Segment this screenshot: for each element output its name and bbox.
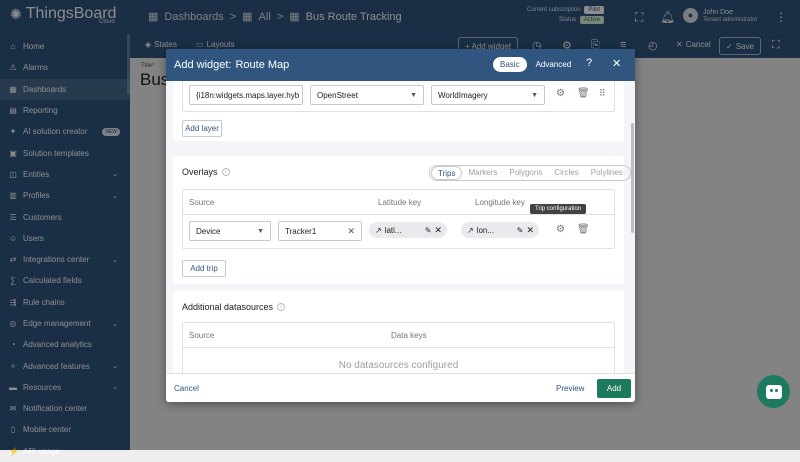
add-widget-dialog: Add widget: Route Map Basic Advanced ? ✕…: [166, 49, 635, 402]
tab-trips[interactable]: Trips: [431, 166, 463, 180]
tab-polylines[interactable]: Polylines: [585, 166, 629, 180]
col-source: Source: [189, 331, 215, 340]
latitude-key-chip[interactable]: ↗ lati... ✎ ✕: [369, 222, 447, 238]
additional-label: Additional datasources: [182, 302, 274, 312]
settings-icon[interactable]: ⚙: [556, 88, 565, 99]
dialog-footer: Cancel Preview Add: [166, 373, 635, 402]
cancel-button[interactable]: Cancel: [174, 384, 199, 393]
col-data-keys: Data keys: [391, 331, 427, 340]
dialog-header: Add widget: Route Map Basic Advanced ? ✕: [166, 49, 635, 81]
robot-icon: [765, 384, 782, 399]
layer-type-value: WorldImagery: [438, 90, 488, 100]
chevron-down-icon: ▼: [410, 91, 417, 99]
map-layers-card: {i18n:widgets.maps.layer.hyb OpenStreet ▼…: [173, 81, 624, 141]
col-latitude: Latitude key: [378, 198, 422, 207]
overlays-title: Overlays i: [182, 167, 230, 177]
add-layer-button[interactable]: Add layer: [182, 120, 222, 137]
overlays-card: Overlays i Trips Markers Polygons Circles…: [173, 156, 631, 284]
trips-table: Source Latitude key Longitude key Device…: [182, 189, 615, 249]
additional-datasources-card: Additional datasources i Source Data keys…: [173, 291, 624, 373]
entity-field[interactable]: Tracker1 ✕: [278, 221, 362, 241]
drag-handle-icon[interactable]: ⠿: [599, 88, 606, 99]
latitude-key-value: lati...: [384, 225, 402, 235]
layers-table: {i18n:widgets.maps.layer.hyb OpenStreet ▼…: [182, 81, 615, 112]
tab-markers[interactable]: Markers: [462, 166, 503, 180]
edit-icon[interactable]: ✎: [517, 226, 524, 235]
additional-title: Additional datasources i: [182, 302, 286, 312]
overlay-tabs: Trips Markers Polygons Circles Polylines: [429, 165, 631, 181]
dialog-scrollbar[interactable]: [631, 123, 634, 233]
close-icon[interactable]: ✕: [612, 57, 621, 70]
datasources-table: Source Data keys No datasources configur…: [182, 322, 615, 373]
timeseries-icon: ↗: [467, 225, 474, 235]
longitude-key-value: lon...: [476, 225, 495, 235]
delete-icon[interactable]: 🗑︎: [577, 224, 590, 235]
mode-advanced[interactable]: Advanced: [529, 57, 579, 72]
col-longitude: Longitude key: [475, 198, 525, 207]
chevron-down-icon: ▼: [531, 91, 538, 99]
source-type-select[interactable]: Device ▼: [189, 221, 271, 241]
layer-provider-value: OpenStreet: [317, 90, 358, 100]
trip-settings-icon[interactable]: ⚙: [556, 224, 565, 235]
chevron-down-icon: ▼: [257, 227, 264, 235]
timeseries-icon: ↗: [375, 225, 382, 235]
remove-icon[interactable]: ✕: [434, 225, 442, 236]
add-trip-button[interactable]: Add trip: [182, 260, 226, 277]
tab-polygons[interactable]: Polygons: [503, 166, 548, 180]
entity-value: Tracker1: [285, 226, 317, 236]
tab-circles[interactable]: Circles: [548, 166, 584, 180]
preview-button[interactable]: Preview: [556, 384, 584, 393]
info-icon: i: [221, 168, 230, 176]
remove-icon[interactable]: ✕: [526, 225, 534, 236]
layer-type-select[interactable]: WorldImagery ▼: [431, 85, 545, 105]
clear-icon[interactable]: ✕: [347, 226, 355, 237]
empty-message: No datasources configured: [338, 360, 459, 371]
dialog-body: {i18n:widgets.maps.layer.hyb OpenStreet ▼…: [166, 81, 635, 373]
delete-icon[interactable]: 🗑︎: [577, 88, 590, 99]
edit-icon[interactable]: ✎: [425, 226, 432, 235]
tooltip: Trip configuration: [530, 204, 587, 214]
col-source: Source: [189, 198, 215, 207]
layer-label-field[interactable]: {i18n:widgets.maps.layer.hyb: [189, 85, 303, 105]
layer-provider-select[interactable]: OpenStreet ▼: [310, 85, 424, 105]
ai-assistant-button[interactable]: [757, 375, 790, 408]
info-icon: i: [277, 303, 286, 311]
longitude-key-chip[interactable]: ↗ lon... ✎ ✕: [461, 222, 539, 238]
overlays-label: Overlays: [182, 167, 218, 177]
mode-toggle: Basic Advanced: [493, 57, 578, 72]
help-icon[interactable]: ?: [586, 57, 592, 69]
widget-name: Route Map: [235, 59, 290, 71]
add-button[interactable]: Add: [597, 379, 631, 398]
source-type-value: Device: [196, 226, 221, 236]
dialog-title: Add widget:: [174, 59, 232, 71]
mode-basic[interactable]: Basic: [493, 57, 527, 72]
